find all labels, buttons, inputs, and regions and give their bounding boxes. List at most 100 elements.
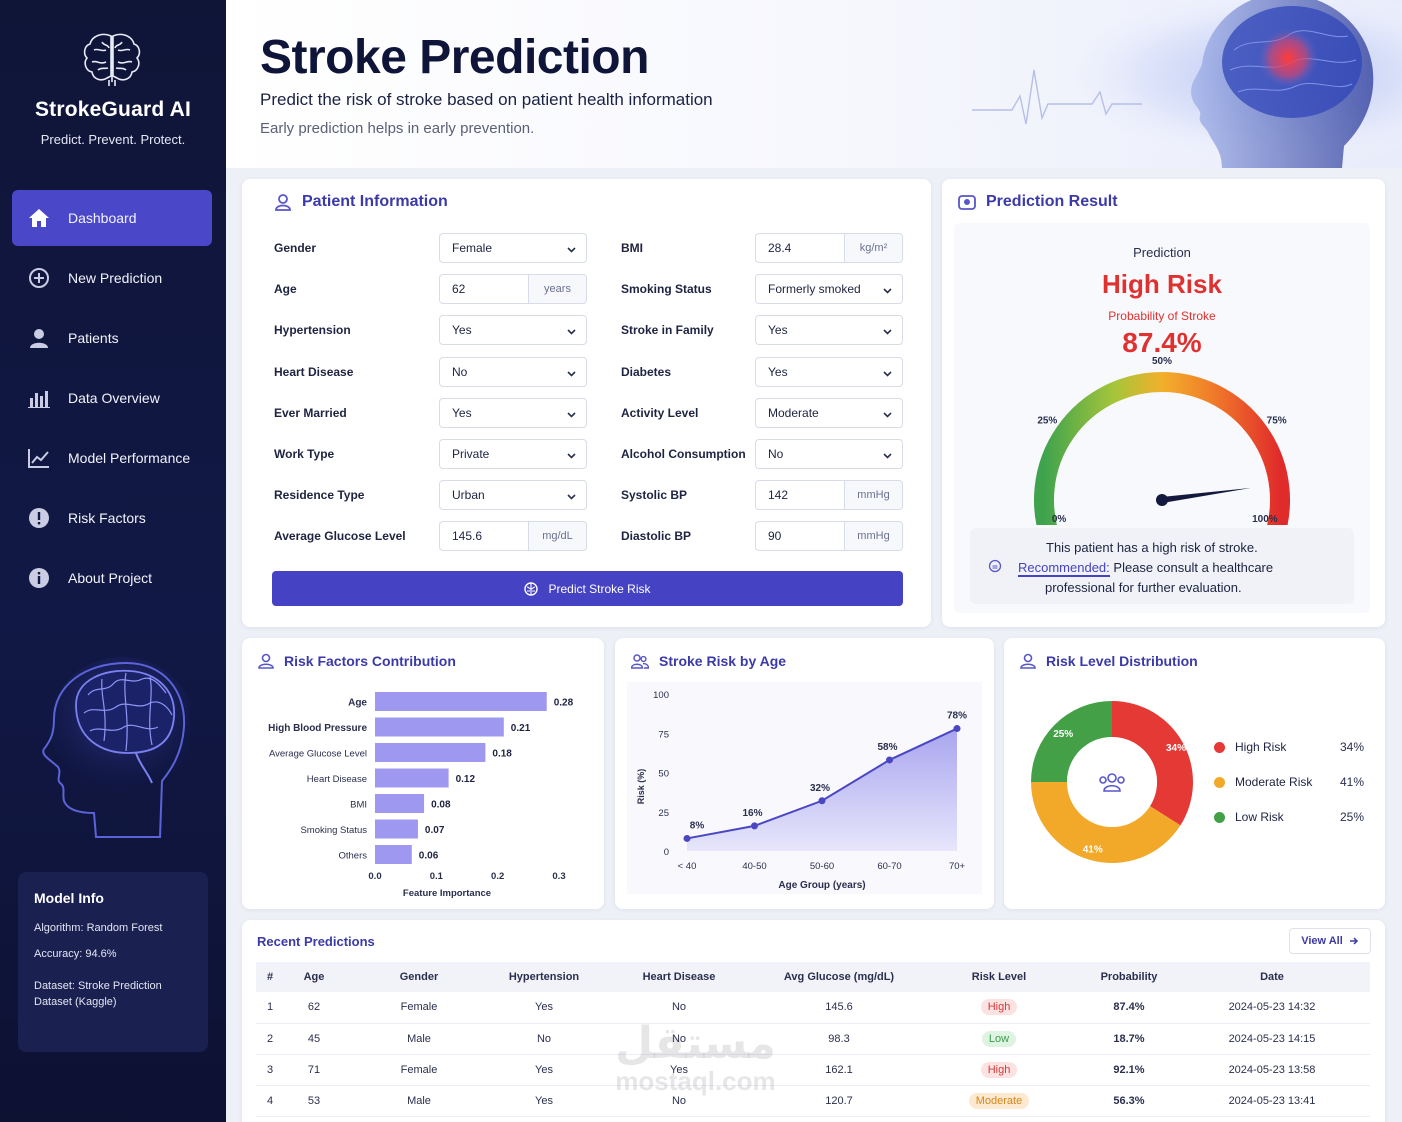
nav-item-label: About Project <box>68 570 153 586</box>
table-cell: 145.6 <box>764 992 914 1024</box>
bar-value-label: 0.18 <box>492 749 512 760</box>
sidebar-nav: Dashboard New Prediction Patients Data O… <box>12 190 212 610</box>
age-input[interactable]: 62 years <box>439 274 587 305</box>
column-header[interactable]: Age <box>284 962 344 992</box>
bar <box>375 819 418 839</box>
nav-item-about-project[interactable]: About Project <box>12 550 212 606</box>
ever-married-select[interactable]: Yes <box>439 397 587 428</box>
bmi-input[interactable]: 28.4 kg/m² <box>755 233 903 263</box>
table-cell: Yes <box>494 1054 594 1086</box>
table-cell: 71 <box>284 1054 344 1086</box>
column-header[interactable]: Risk Level <box>914 962 1084 992</box>
gender-label: Gender <box>274 241 317 255</box>
table-row[interactable]: 1 62 Female Yes No 145.6 High 87.4% 2024-05-23 1… <box>256 992 1370 1024</box>
point-value-label: 16% <box>742 808 762 819</box>
nav-item-model-performance[interactable]: Model Performance <box>12 430 212 486</box>
nav-item-patients[interactable]: Patients <box>12 310 212 366</box>
residence-type-select[interactable]: Urban <box>439 480 587 511</box>
hypertension-select[interactable]: Yes <box>439 315 587 346</box>
hypertension-label: Hypertension <box>274 323 351 338</box>
legend-label: Low Risk <box>1235 810 1284 824</box>
y-axis-title: Risk (%) <box>636 769 646 805</box>
chevron-down-icon <box>567 367 576 381</box>
smoking-status-select[interactable]: Formerly smoked <box>755 274 903 305</box>
nav-item-risk-factors[interactable]: Risk Factors <box>12 490 212 546</box>
table-cell: 4 <box>256 1085 284 1117</box>
age-value: 62 <box>452 282 466 297</box>
bar-value-label: 0.12 <box>456 774 476 785</box>
alcohol-consumption-select[interactable]: No <box>755 439 903 469</box>
predict-stroke-risk-button[interactable]: Predict Stroke Risk <box>272 571 903 606</box>
heart-disease-label: Heart Disease <box>274 364 354 379</box>
stroke-risk-line-chart: 0 25 50 75 100 8% < 40 16% 40-50 32% 50-60 58% 60-70… <box>627 682 982 894</box>
result-panel: Prediction High Risk Probability of Stro… <box>954 223 1370 613</box>
nav-item-label: Dashboard <box>68 210 137 226</box>
work-type-select[interactable]: Private <box>439 439 587 469</box>
table-cell: 87.4% <box>1084 992 1174 1024</box>
nav-item-new-prediction[interactable]: New Prediction <box>12 250 212 306</box>
x-tick-label: < 40 <box>678 861 697 872</box>
gender-select[interactable]: Female <box>439 233 587 263</box>
table-cell: 1 <box>256 992 284 1024</box>
stroke-risk-by-age-card: Stroke Risk by Age 0 25 50 75 100 8% < 40 16% 40… <box>615 638 994 909</box>
column-header[interactable]: Heart Disease <box>594 962 764 992</box>
table-cell: Yes <box>494 1085 594 1117</box>
bar <box>375 692 547 711</box>
view-all-label: View All <box>1301 935 1343 947</box>
recent-predictions-card: Recent Predictions View All # Age Gender Hy… <box>242 920 1385 1122</box>
column-header[interactable]: # <box>256 962 284 992</box>
average-glucose-level-input[interactable]: 145.6 mg/dL <box>439 521 587 552</box>
legend-item-high: High Risk 34% <box>1214 740 1364 754</box>
patient-information-card: Patient Information Gender Female Age 62 yea… <box>242 179 931 627</box>
legend-label: Moderate Risk <box>1235 775 1313 789</box>
stroke-in-family-select[interactable]: Yes <box>755 315 903 346</box>
chevron-down-icon <box>567 243 576 257</box>
page-note: Early prediction helps in early preventi… <box>260 120 535 137</box>
nav-item-data-overview[interactable]: Data Overview <box>12 370 212 426</box>
patient-icon <box>274 193 292 211</box>
recommendation-line-1: Please consult a healthcare <box>1113 560 1274 575</box>
column-header[interactable]: Hypertension <box>494 962 594 992</box>
table-row[interactable]: 3 71 Female Yes Yes 162.1 High 92.1% 2024-05-23 … <box>256 1054 1370 1086</box>
diastolic-bp-input[interactable]: 90 mmHg <box>755 521 903 552</box>
column-header[interactable]: Gender <box>344 962 494 992</box>
table-cell: No <box>494 1023 594 1055</box>
activity-level-select[interactable]: Moderate <box>755 397 903 428</box>
bar-value-label: 0.06 <box>419 851 439 862</box>
risk-factors-title-text: Risk Factors Contribution <box>284 653 456 669</box>
alcohol-consumption-label: Alcohol Consumption <box>621 447 746 461</box>
bar <box>375 794 425 813</box>
column-header[interactable]: Date <box>1174 962 1370 992</box>
bar-value-label: 0.08 <box>431 800 451 811</box>
table-row[interactable]: 2 45 Male No No 98.3 Low 18.7% 2024-05-23 14:15 <box>256 1023 1370 1055</box>
x-tick-label: 0.2 <box>491 871 504 882</box>
view-all-button[interactable]: View All <box>1289 928 1371 954</box>
distribution-title: Risk Level Distribution <box>1020 653 1198 669</box>
table-cell: 2 <box>256 1023 284 1055</box>
table-row[interactable]: 4 53 Male Yes No 120.7 Moderate 56.3% 2024-05-23… <box>256 1085 1370 1117</box>
diastolic-bp-unit: mmHg <box>844 522 902 551</box>
systolic-bp-input[interactable]: 142 mmHg <box>755 480 903 511</box>
x-tick-label: 0.0 <box>368 871 381 882</box>
heart-disease-select[interactable]: No <box>439 356 587 387</box>
age-risk-title: Stroke Risk by Age <box>631 653 786 669</box>
risk-gauge: 0% 25% 50% 75% 100% <box>1034 356 1290 525</box>
legend-dot <box>1214 741 1225 753</box>
chevron-down-icon <box>567 325 576 339</box>
residence-type-value: Urban <box>452 488 485 503</box>
slice-label: 41% <box>1083 844 1103 855</box>
column-header[interactable]: Probability <box>1084 962 1174 992</box>
nav-item-dashboard[interactable]: Dashboard <box>12 190 212 246</box>
diabetes-select[interactable]: Yes <box>755 356 903 387</box>
model-accuracy: Accuracy: 94.6% <box>34 946 192 962</box>
column-header[interactable]: Avg Glucose (mg/dL) <box>764 962 914 992</box>
risk-level-distribution-card: Risk Level Distribution 34% 41% 25% High R… <box>1004 638 1385 909</box>
table-cell: 92.1% <box>1084 1054 1174 1086</box>
table-cell: 162.1 <box>764 1054 914 1086</box>
patient-info-title: Patient Information <box>274 193 448 211</box>
recommendation-box: This patient has a high risk of stroke. … <box>970 528 1354 604</box>
bmi-label: BMI <box>621 241 643 255</box>
prediction-value: High Risk <box>1102 269 1222 299</box>
accuracy-value: 94.6% <box>85 948 117 960</box>
dataset-label: Dataset: <box>34 980 75 992</box>
